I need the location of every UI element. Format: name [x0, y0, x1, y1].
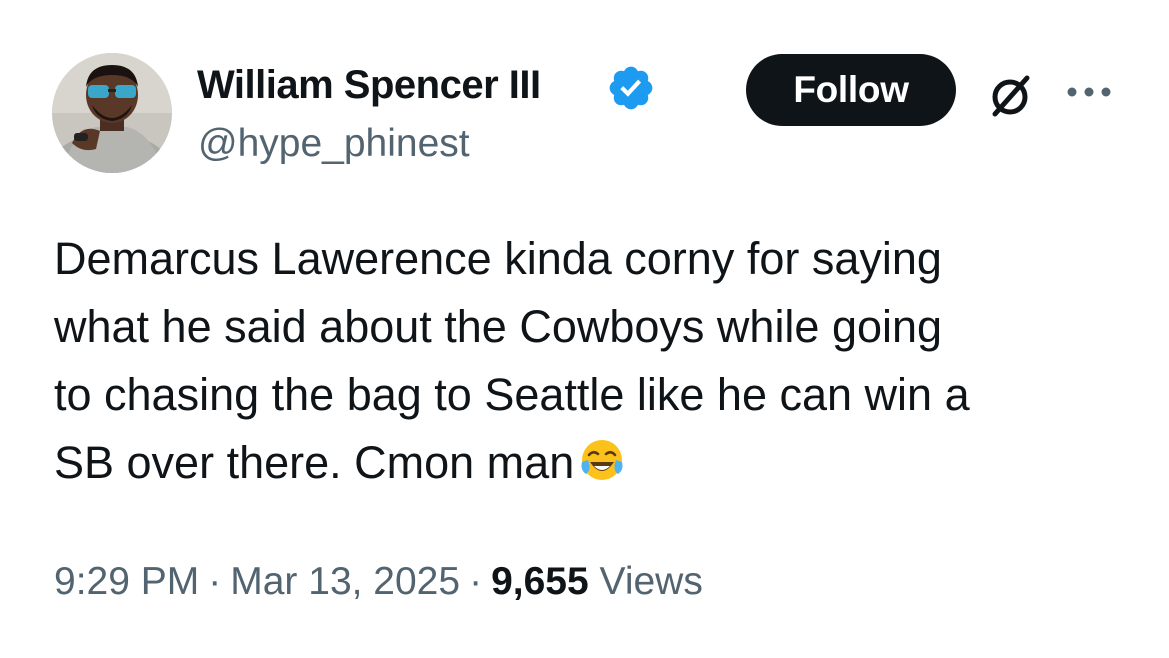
display-name[interactable]: William Spencer III [197, 60, 541, 110]
follow-button[interactable]: Follow [746, 54, 956, 126]
more-dots-icon[interactable] [1064, 80, 1114, 104]
meta-separator: · [208, 560, 222, 603]
tweet-text-line: SB over there. Cmon man [54, 437, 575, 488]
author-handle[interactable]: @hype_phinest [198, 120, 470, 168]
tweet-card: William Spencer III @hype_phinest Follow… [0, 0, 1169, 658]
tweet-text-line: to chasing the bag to Seattle like he ca… [54, 369, 970, 420]
views-label: Views [599, 560, 703, 603]
tweet-date[interactable]: Mar 13, 2025 [230, 560, 460, 603]
tweet-text-line: what he said about the Cowboys while goi… [54, 301, 943, 352]
grok-slash-circle-icon[interactable] [985, 70, 1035, 120]
views-count: 9,655 [491, 560, 589, 603]
tweet-time[interactable]: 9:29 PM [54, 560, 199, 603]
tweet-text: Demarcus Lawerence kinda corny for sayin… [54, 225, 1144, 497]
avatar[interactable] [52, 53, 172, 173]
meta-separator: · [469, 560, 483, 603]
tweet-meta: 9:29 PM · Mar 13, 2025 · 9,655 Views [54, 557, 703, 607]
verified-badge-icon[interactable] [606, 63, 656, 113]
face-with-tears-of-joy-emoji [581, 440, 623, 480]
tweet-text-line: Demarcus Lawerence kinda corny for sayin… [54, 233, 942, 284]
